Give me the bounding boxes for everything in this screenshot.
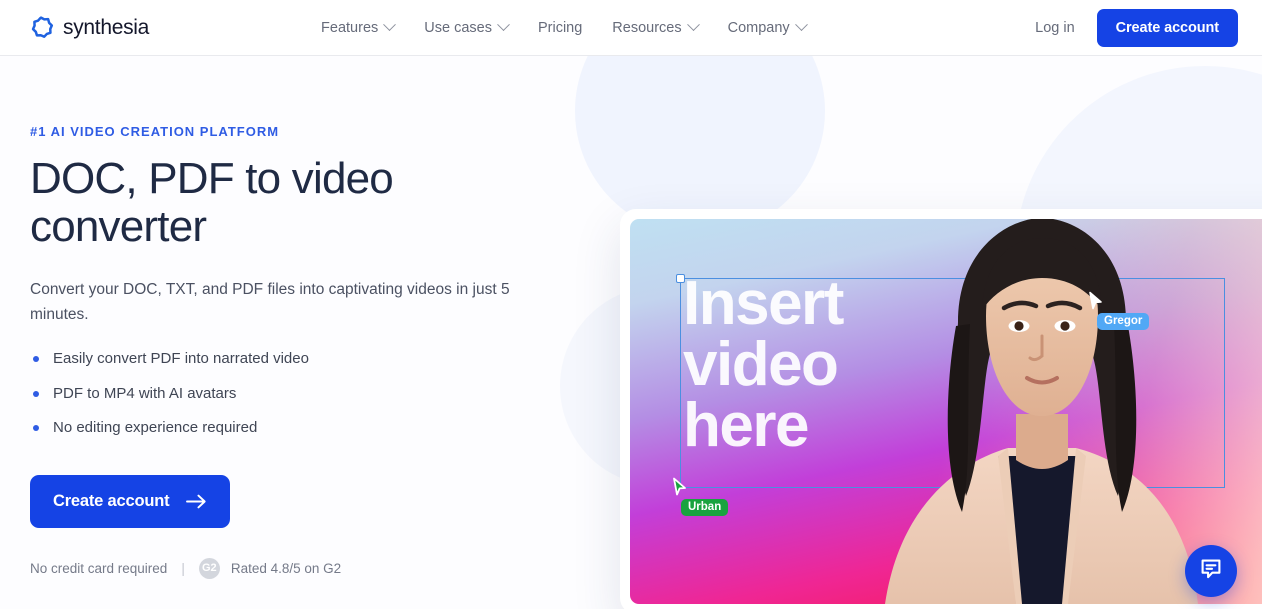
hero-section: #1 AI VIDEO CREATION PLATFORM DOC, PDF t… bbox=[0, 56, 1262, 609]
header-create-account-button[interactable]: Create account bbox=[1096, 8, 1238, 47]
brand-logo[interactable]: synthesia bbox=[28, 15, 149, 41]
resize-handle-icon[interactable] bbox=[676, 274, 685, 283]
nav-item-use-cases[interactable]: Use cases bbox=[424, 18, 510, 36]
nav-label: Features bbox=[321, 19, 379, 36]
trust-row: No credit card required | G2 Rated 4.8/5… bbox=[30, 557, 590, 579]
collaborator-name-label: Gregor bbox=[1097, 313, 1150, 330]
chevron-down-icon bbox=[686, 18, 700, 32]
site-header: synthesia Features Use cases Pricing Res… bbox=[0, 0, 1262, 56]
list-item: Easily convert PDF into narrated video bbox=[30, 349, 590, 369]
cursor-arrow-icon bbox=[672, 477, 687, 501]
chevron-down-icon bbox=[794, 18, 808, 32]
header-actions: Log in Create account bbox=[1035, 8, 1238, 47]
hero-feature-list: Easily convert PDF into narrated video P… bbox=[30, 349, 590, 438]
chevron-down-icon bbox=[383, 18, 397, 32]
cta-label: Create account bbox=[53, 491, 170, 510]
chevron-down-icon bbox=[497, 18, 510, 32]
nav-label: Company bbox=[727, 19, 790, 36]
nav-label: Pricing bbox=[537, 19, 583, 36]
collaborator-cursor-urban: Urban bbox=[672, 477, 729, 516]
video-preview-card[interactable]: Insert video here Gregor Urban bbox=[620, 209, 1262, 609]
cursor-arrow-icon bbox=[1088, 291, 1103, 315]
login-link[interactable]: Log in bbox=[1035, 20, 1075, 36]
list-item: No editing experience required bbox=[30, 418, 590, 438]
hero-subheading: Convert your DOC, TXT, and PDF files int… bbox=[30, 280, 510, 323]
hero-copy: #1 AI VIDEO CREATION PLATFORM DOC, PDF t… bbox=[30, 56, 590, 579]
nav-label: Use cases bbox=[424, 19, 492, 36]
collaborator-name-label: Urban bbox=[681, 499, 729, 516]
chat-bubble-icon bbox=[1198, 556, 1224, 587]
page-title: DOC, PDF to video converter bbox=[30, 154, 394, 252]
nav-item-resources[interactable]: Resources bbox=[612, 18, 700, 36]
avatar-presenter bbox=[830, 219, 1250, 604]
chat-widget-button[interactable] bbox=[1185, 545, 1237, 597]
nav-item-features[interactable]: Features bbox=[321, 18, 397, 36]
trust-separator: | bbox=[181, 560, 185, 576]
arrow-right-icon bbox=[186, 494, 207, 509]
brand-name: synthesia bbox=[63, 15, 150, 39]
main-nav: Features Use cases Pricing Resources Com… bbox=[321, 18, 808, 36]
hero-eyebrow: #1 AI VIDEO CREATION PLATFORM bbox=[30, 124, 280, 139]
nav-label: Resources bbox=[612, 19, 682, 36]
nav-item-pricing[interactable]: Pricing bbox=[538, 20, 582, 36]
list-item: PDF to MP4 with AI avatars bbox=[30, 384, 590, 404]
collaborator-cursor-gregor: Gregor bbox=[1088, 291, 1150, 330]
no-credit-card-text: No credit card required bbox=[30, 560, 168, 576]
synthesia-star-logo-icon bbox=[28, 15, 54, 41]
g2-logo-icon: G2 bbox=[198, 557, 220, 579]
hero-create-account-button[interactable]: Create account bbox=[30, 474, 231, 528]
nav-item-company[interactable]: Company bbox=[727, 18, 808, 36]
g2-rating-text: Rated 4.8/5 on G2 bbox=[230, 560, 342, 576]
video-canvas[interactable]: Insert video here Gregor Urban bbox=[630, 219, 1262, 604]
